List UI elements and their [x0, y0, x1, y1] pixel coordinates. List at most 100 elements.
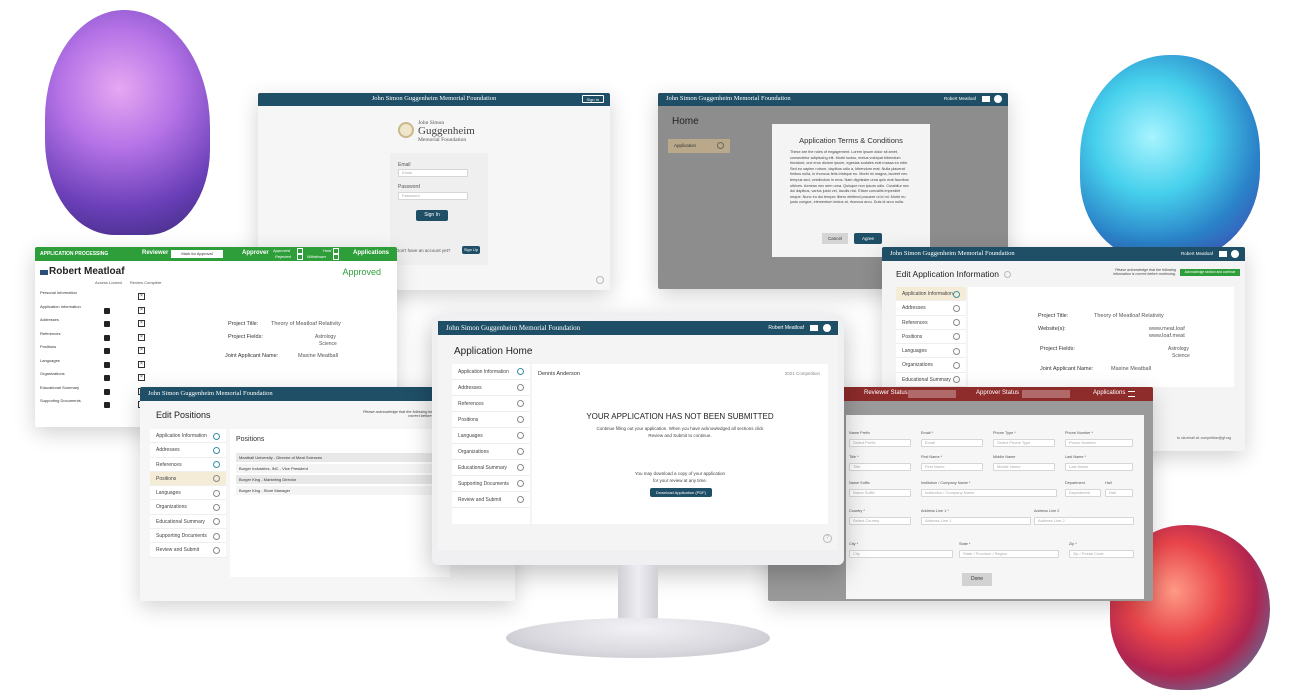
position-row[interactable]: Burger King - Marketing Director	[236, 475, 446, 484]
position-row[interactable]: Burger Industries, INC - Vice President	[236, 464, 446, 473]
nav-item[interactable]: Addresses	[150, 443, 226, 458]
nav-label: Languages	[902, 348, 927, 355]
address-1-field[interactable]: Address Line 1	[921, 517, 1031, 525]
checkbox-icon[interactable]: ×	[138, 306, 145, 314]
application-item[interactable]: Application	[668, 139, 730, 153]
rejected-checkbox[interactable]	[297, 254, 303, 260]
download-pdf-button[interactable]: Download Application (PDF)	[650, 488, 712, 497]
login-topbar: John Simon Guggenheim Memorial Foundatio…	[258, 93, 610, 106]
applications-menu[interactable]: Applications	[353, 250, 389, 256]
lock-icon[interactable]	[104, 348, 110, 354]
monitor-base	[506, 618, 770, 658]
country-select[interactable]: Select Country	[849, 517, 911, 525]
nav-label: Supporting Documents	[458, 481, 509, 487]
nav-label: Organizations	[902, 362, 933, 369]
password-field[interactable]: Password	[398, 192, 468, 200]
user-icon[interactable]	[994, 95, 1002, 103]
acknowledge-button[interactable]: Acknowledge section and continue	[1180, 269, 1240, 276]
zip-field[interactable]: Zip / Postal Code	[1069, 550, 1134, 558]
position-row[interactable]: Burger King - Store Manager	[236, 486, 446, 495]
user-icon[interactable]	[823, 324, 831, 332]
mark-approval-button[interactable]: Mark for Approval	[171, 250, 223, 258]
nav-item[interactable]: Educational Summary	[452, 460, 530, 476]
middle-name-field[interactable]: Middle Name	[993, 463, 1055, 471]
nav-item[interactable]: Educational Summary	[896, 373, 966, 388]
nav-item[interactable]: Application Information	[896, 287, 966, 302]
nav-item[interactable]: Positions	[896, 330, 966, 345]
position-row[interactable]: Meatball University - Director of Meat S…	[236, 453, 446, 462]
help-icon[interactable]	[596, 276, 604, 284]
nav-item[interactable]: References	[452, 396, 530, 412]
checkbox-icon[interactable]: ×	[138, 347, 145, 354]
last-name-field[interactable]: Last Name	[1065, 463, 1133, 471]
checkbox-icon[interactable]: ×	[138, 293, 145, 300]
checkbox-icon[interactable]: ×	[138, 333, 145, 341]
state-field[interactable]: State / Province / Region	[959, 550, 1059, 558]
lock-icon[interactable]	[104, 307, 110, 314]
nav-item[interactable]: Review and Submit	[452, 492, 530, 508]
lock-icon[interactable]	[104, 321, 110, 327]
withdrawn-checkbox[interactable]	[333, 254, 339, 260]
nav-item[interactable]: Supporting Documents	[150, 529, 226, 544]
envelope-icon	[40, 270, 48, 275]
nav-item[interactable]: Application Information	[150, 429, 226, 444]
envelope-icon[interactable]	[810, 325, 818, 331]
nav-item[interactable]: Languages	[150, 486, 226, 501]
nav-item[interactable]: Organizations	[150, 500, 226, 515]
nav-item[interactable]: References	[896, 316, 966, 330]
nav-item[interactable]: References	[150, 458, 226, 472]
institution-field[interactable]: Institution / Company Name	[921, 489, 1057, 497]
email-field[interactable]: Email	[921, 439, 983, 447]
user-icon[interactable]	[1231, 250, 1239, 258]
nav-item[interactable]: Languages	[896, 344, 966, 359]
city-field[interactable]: City	[849, 550, 953, 558]
hamburger-menu-icon[interactable]	[1128, 391, 1135, 397]
nav-item[interactable]: Review and Submit	[150, 543, 226, 558]
nav-item[interactable]: Organizations	[896, 358, 966, 373]
lock-icon[interactable]	[104, 334, 110, 341]
checkbox-icon[interactable]: ×	[138, 360, 145, 368]
help-icon[interactable]: ?	[823, 534, 832, 543]
checkbox-icon[interactable]: ×	[138, 374, 145, 381]
nav-item[interactable]: Organizations	[452, 444, 530, 460]
help-icon[interactable]	[1004, 271, 1011, 278]
nav-item[interactable]: Addresses	[452, 380, 530, 396]
address-2-field[interactable]: Address Line 2	[1034, 517, 1134, 525]
website-1[interactable]: www.meat.loaf	[1149, 326, 1185, 332]
done-button[interactable]: Done	[962, 573, 992, 586]
lock-icon[interactable]	[104, 402, 110, 408]
phone-type-select[interactable]: Select Phone Type	[993, 439, 1055, 447]
nav-item[interactable]: Positions	[150, 471, 226, 487]
nav-item[interactable]: Application Information	[452, 364, 530, 380]
signin-top-button[interactable]: Sign In	[581, 95, 604, 103]
nav-item[interactable]: Educational Summary	[150, 515, 226, 530]
name-suffix-field[interactable]: Name Suffix	[849, 489, 911, 497]
department-field[interactable]: Department	[1065, 489, 1101, 497]
reviewer-status-select[interactable]	[908, 390, 956, 398]
check-circle-icon	[213, 475, 220, 483]
check-circle-icon	[213, 546, 220, 554]
phone-number-field[interactable]: Phone Number	[1065, 439, 1133, 447]
envelope-icon[interactable]	[1219, 251, 1227, 257]
title-field[interactable]: Title	[849, 463, 911, 471]
name-prefix-select[interactable]: Select Prefix	[849, 439, 911, 447]
agree-button[interactable]: Agree	[854, 233, 882, 244]
email-field[interactable]: Email	[398, 169, 468, 177]
nav-item[interactable]: Supporting Documents	[452, 476, 530, 492]
website-2[interactable]: www.loaf.meat	[1149, 333, 1185, 339]
lock-icon[interactable]	[104, 388, 110, 395]
applications-menu[interactable]: Applications	[1093, 390, 1125, 396]
signup-button[interactable]: Sign Up	[462, 246, 480, 254]
lock-icon[interactable]	[104, 375, 110, 381]
cancel-button[interactable]: Cancel	[822, 233, 848, 244]
nav-item[interactable]: Languages	[452, 428, 530, 444]
nav-item[interactable]: Positions	[452, 412, 530, 428]
approver-status-select[interactable]	[1022, 390, 1070, 398]
hall-field[interactable]: Hall	[1105, 489, 1133, 497]
lock-icon[interactable]	[104, 361, 110, 368]
nav-item[interactable]: Addresses	[896, 301, 966, 316]
checkbox-icon[interactable]: ×	[138, 320, 145, 327]
first-name-field[interactable]: First Name	[921, 463, 983, 471]
envelope-icon[interactable]	[982, 96, 990, 102]
signin-button[interactable]: Sign In	[416, 210, 448, 221]
